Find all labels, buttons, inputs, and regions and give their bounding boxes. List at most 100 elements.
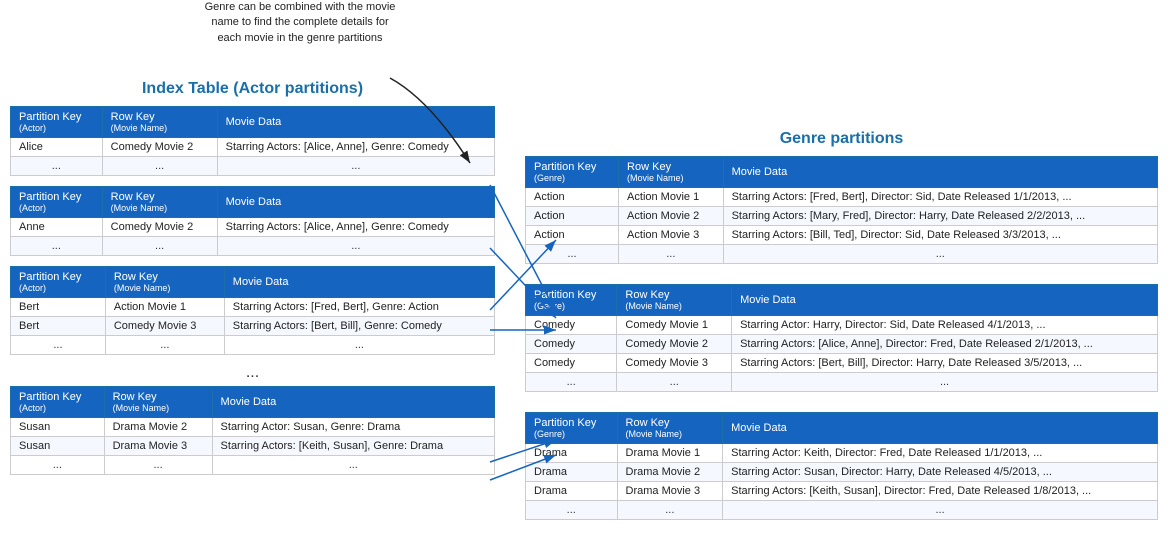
table-row: Alice Comedy Movie 2 Starring Actors: [A… (11, 138, 495, 157)
cell: Action (526, 207, 619, 226)
cell: ... (732, 373, 1158, 392)
main-container: Genre can be combined with the movie nam… (0, 0, 1168, 540)
table-row: Action Action Movie 2 Starring Actors: [… (526, 207, 1158, 226)
col-header-movie-data-4: Movie Data (212, 387, 494, 418)
cell: Comedy (526, 354, 617, 373)
col-header-row-key-4: Row Key(Movie Name) (104, 387, 212, 418)
cell: ... (217, 237, 494, 256)
cell: ... (212, 456, 494, 475)
table-row: Action Action Movie 3 Starring Actors: [… (526, 226, 1158, 245)
dots-separator: ... (10, 365, 495, 381)
col-header-row-key-2: Row Key(Movie Name) (102, 187, 217, 218)
cell: Starring Actors: [Bill, Ted], Director: … (723, 226, 1157, 245)
col-header-partition-genre-3: Partition Key(Genre) (526, 413, 618, 444)
table-row: Bert Action Movie 1 Starring Actors: [Fr… (11, 298, 495, 317)
cell: Action (526, 188, 619, 207)
annotation-box: Genre can be combined with the movie nam… (200, 0, 400, 46)
cell: Starring Actors: [Fred, Bert], Director:… (723, 188, 1157, 207)
table-row-ellipsis: ... ... ... (526, 245, 1158, 264)
alice-table-group: Partition Key(Actor) Row Key(Movie Name)… (10, 106, 495, 176)
cell: Drama Movie 1 (617, 444, 723, 463)
col-header-partition-key-4: Partition Key(Actor) (11, 387, 105, 418)
susan-table-group: Partition Key(Actor) Row Key(Movie Name)… (10, 386, 495, 475)
col-header-row-genre-2: Row Key(Movie Name) (617, 285, 732, 316)
cell: Starring Actors: [Keith, Susan], Directo… (723, 482, 1158, 501)
table-row: Action Action Movie 1 Starring Actors: [… (526, 188, 1158, 207)
cell: ... (104, 456, 212, 475)
cell: Starring Actors: [Bert, Bill], Genre: Co… (224, 317, 494, 336)
col-header-row-key-1: Row Key(Movie Name) (102, 107, 217, 138)
cell: Comedy Movie 1 (617, 316, 732, 335)
cell: ... (11, 157, 103, 176)
table-row: Comedy Comedy Movie 2 Starring Actors: [… (526, 335, 1158, 354)
cell: ... (105, 336, 224, 355)
cell: ... (526, 245, 619, 264)
table-row-ellipsis: ... ... ... (11, 336, 495, 355)
bert-table-group: Partition Key(Actor) Row Key(Movie Name)… (10, 266, 495, 355)
col-header-partition-genre-2: Partition Key(Genre) (526, 285, 617, 316)
table-row-ellipsis: ... ... ... (11, 456, 495, 475)
cell: Starring Actor: Susan, Genre: Drama (212, 418, 494, 437)
cell: Action Movie 1 (619, 188, 724, 207)
table-row: Anne Comedy Movie 2 Starring Actors: [Al… (11, 218, 495, 237)
table-row-ellipsis: ... ... ... (526, 501, 1158, 520)
table-row: Comedy Comedy Movie 1 Starring Actor: Ha… (526, 316, 1158, 335)
cell: Drama (526, 482, 618, 501)
comedy-table-group: Partition Key(Genre) Row Key(Movie Name)… (525, 284, 1158, 392)
cell: Drama Movie 3 (104, 437, 212, 456)
cell: ... (217, 157, 494, 176)
cell: Alice (11, 138, 103, 157)
cell: Bert (11, 298, 106, 317)
col-header-movie-data-3: Movie Data (224, 267, 494, 298)
table-row: Drama Drama Movie 1 Starring Actor: Keit… (526, 444, 1158, 463)
cell: Comedy Movie 3 (617, 354, 732, 373)
cell: Starring Actors: [Alice, Anne], Genre: C… (217, 138, 494, 157)
col-header-movie-data-1: Movie Data (217, 107, 494, 138)
cell: Starring Actors: [Alice, Anne], Director… (732, 335, 1158, 354)
cell: Susan (11, 418, 105, 437)
col-header-partition-genre-1: Partition Key(Genre) (526, 157, 619, 188)
cell: ... (102, 157, 217, 176)
col-header-movie-data-genre-3: Movie Data (723, 413, 1158, 444)
cell: Drama Movie 3 (617, 482, 723, 501)
cell: Starring Actor: Harry, Director: Sid, Da… (732, 316, 1158, 335)
col-header-partition-key-1: Partition Key(Actor) (11, 107, 103, 138)
cell: Action (526, 226, 619, 245)
table-row: Susan Drama Movie 3 Starring Actors: [Ke… (11, 437, 495, 456)
table-row: Comedy Comedy Movie 3 Starring Actors: [… (526, 354, 1158, 373)
cell: Starring Actor: Keith, Director: Fred, D… (723, 444, 1158, 463)
cell: Comedy (526, 335, 617, 354)
col-header-row-key-3: Row Key(Movie Name) (105, 267, 224, 298)
cell: ... (723, 245, 1157, 264)
annotation-text: Genre can be combined with the movie nam… (205, 1, 396, 44)
cell: Action Movie 3 (619, 226, 724, 245)
action-genre-table: Partition Key(Genre) Row Key(Movie Name)… (525, 156, 1158, 264)
anne-table: Partition Key(Actor) Row Key(Movie Name)… (10, 186, 495, 256)
cell: Starring Actors: [Keith, Susan], Genre: … (212, 437, 494, 456)
cell: Starring Actor: Susan, Director: Harry, … (723, 463, 1158, 482)
cell: Susan (11, 437, 105, 456)
right-tables-container: Partition Key(Genre) Row Key(Movie Name)… (525, 156, 1158, 530)
table-row-ellipsis: ... ... ... (11, 157, 495, 176)
col-header-row-genre-1: Row Key(Movie Name) (619, 157, 724, 188)
left-section-title: Index Table (Actor partitions) (10, 80, 495, 98)
drama-genre-table: Partition Key(Genre) Row Key(Movie Name)… (525, 412, 1158, 520)
cell: Comedy Movie 2 (617, 335, 732, 354)
cell: Bert (11, 317, 106, 336)
cell: ... (617, 501, 723, 520)
drama-table-group: Partition Key(Genre) Row Key(Movie Name)… (525, 412, 1158, 520)
cell: Comedy Movie 2 (102, 138, 217, 157)
cell: Anne (11, 218, 103, 237)
cell: ... (11, 237, 103, 256)
col-header-partition-key-2: Partition Key(Actor) (11, 187, 103, 218)
left-panel: Index Table (Actor partitions) Partition… (5, 10, 495, 530)
table-row: Bert Comedy Movie 3 Starring Actors: [Be… (11, 317, 495, 336)
cell: ... (11, 336, 106, 355)
cell: Drama Movie 2 (104, 418, 212, 437)
anne-table-group: Partition Key(Actor) Row Key(Movie Name)… (10, 186, 495, 256)
cell: Drama (526, 444, 618, 463)
cell: Action Movie 2 (619, 207, 724, 226)
comedy-genre-table: Partition Key(Genre) Row Key(Movie Name)… (525, 284, 1158, 392)
table-row-ellipsis: ... ... ... (526, 373, 1158, 392)
cell: Drama Movie 2 (617, 463, 723, 482)
